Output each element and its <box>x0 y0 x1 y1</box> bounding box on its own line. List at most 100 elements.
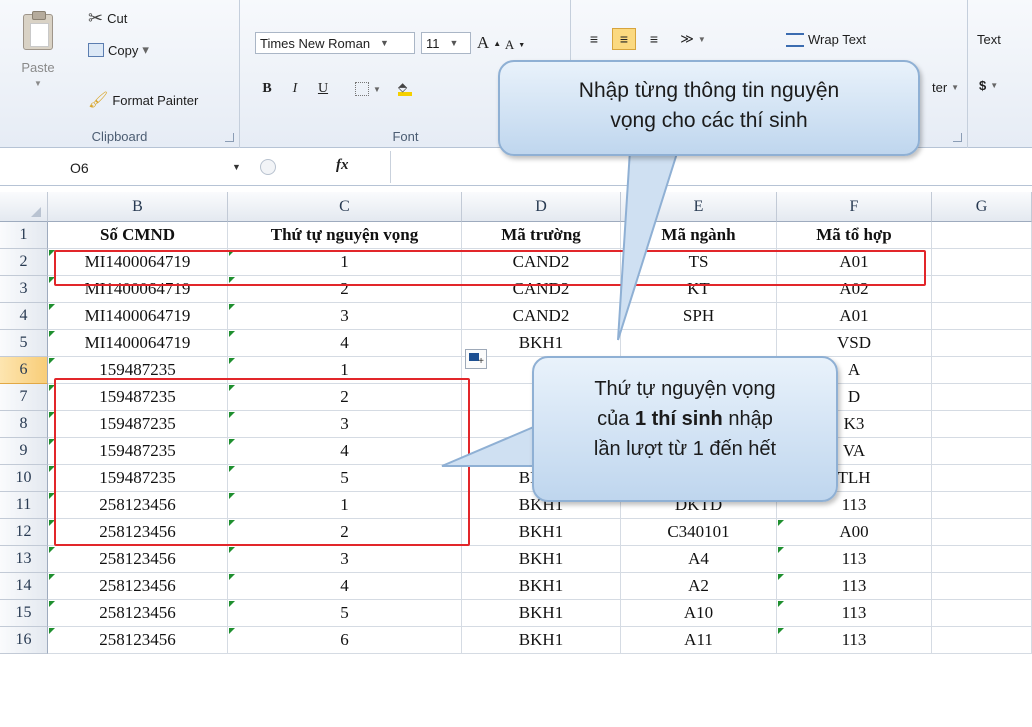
table-cell[interactable]: CAND2 <box>462 249 621 276</box>
font-name-combo[interactable]: Times New Roman ▼ <box>255 32 415 54</box>
orientation-button[interactable]: ≫ ▼ <box>676 28 710 50</box>
table-cell[interactable]: 258123456 <box>48 519 228 546</box>
row-header-11[interactable]: 11 <box>0 492 48 519</box>
table-cell[interactable]: VSD <box>777 330 932 357</box>
table-cell[interactable]: A02 <box>777 276 932 303</box>
table-cell[interactable]: A01 <box>777 249 932 276</box>
row-header-7[interactable]: 7 <box>0 384 48 411</box>
row-header-10[interactable]: 10 <box>0 465 48 492</box>
row-header-8[interactable]: 8 <box>0 411 48 438</box>
column-header-b[interactable]: B <box>48 192 228 222</box>
row-header-13[interactable]: 13 <box>0 546 48 573</box>
table-cell[interactable] <box>932 519 1032 546</box>
column-header-d[interactable]: D <box>462 192 621 222</box>
table-cell[interactable]: 1 <box>228 492 462 519</box>
table-cell[interactable]: 113 <box>777 600 932 627</box>
table-cell[interactable] <box>932 600 1032 627</box>
table-cell[interactable] <box>932 411 1032 438</box>
table-cell[interactable] <box>932 330 1032 357</box>
table-cell[interactable] <box>932 249 1032 276</box>
table-cell[interactable] <box>932 573 1032 600</box>
table-cell[interactable]: 159487235 <box>48 384 228 411</box>
table-cell[interactable]: 2 <box>228 519 462 546</box>
table-cell[interactable]: 4 <box>228 438 462 465</box>
cut-button[interactable]: ✂ Cut <box>88 8 127 29</box>
table-cell[interactable]: 113 <box>777 627 932 654</box>
row-header-14[interactable]: 14 <box>0 573 48 600</box>
table-cell[interactable]: 4 <box>228 330 462 357</box>
fill-color-button[interactable]: ⬘ <box>393 78 417 100</box>
table-cell[interactable]: A10 <box>621 600 777 627</box>
table-cell[interactable]: MI1400064719 <box>48 276 228 303</box>
row-header-12[interactable]: 12 <box>0 519 48 546</box>
table-header-cell[interactable]: Số CMND <box>48 222 228 249</box>
table-cell[interactable]: BKH1 <box>462 600 621 627</box>
row-header-5[interactable]: 5 <box>0 330 48 357</box>
row-header-9[interactable]: 9 <box>0 438 48 465</box>
row-header-1[interactable]: 1 <box>0 222 48 249</box>
row-header-4[interactable]: 4 <box>0 303 48 330</box>
table-cell[interactable]: 6 <box>228 627 462 654</box>
wrap-text-button[interactable]: Wrap Text <box>786 32 866 47</box>
table-cell[interactable]: C340101 <box>621 519 777 546</box>
table-cell[interactable]: 3 <box>228 546 462 573</box>
copy-button[interactable]: Copy ▾ <box>88 42 149 58</box>
row-header-3[interactable]: 3 <box>0 276 48 303</box>
column-header-g[interactable]: G <box>932 192 1032 222</box>
table-cell[interactable]: 5 <box>228 465 462 492</box>
table-cell[interactable]: A2 <box>621 573 777 600</box>
cancel-entry-button[interactable] <box>260 159 276 175</box>
shrink-font-button[interactable]: A ▼ <box>503 34 527 56</box>
table-cell[interactable]: BKH1 <box>462 573 621 600</box>
table-cell[interactable]: 1 <box>228 249 462 276</box>
align-top-button[interactable]: ≡ <box>582 28 606 50</box>
table-cell[interactable]: 5 <box>228 600 462 627</box>
table-cell[interactable]: A4 <box>621 546 777 573</box>
italic-button[interactable]: I <box>283 78 307 100</box>
row-header-6[interactable]: 6 <box>0 357 48 384</box>
name-box[interactable]: O6 <box>70 156 230 180</box>
font-size-combo[interactable]: 11 ▼ <box>421 32 471 54</box>
row-header-16[interactable]: 16 <box>0 627 48 654</box>
table-cell[interactable]: 258123456 <box>48 492 228 519</box>
table-cell[interactable]: 3 <box>228 411 462 438</box>
table-cell[interactable]: CAND2 <box>462 276 621 303</box>
table-cell[interactable] <box>932 438 1032 465</box>
column-header-c[interactable]: C <box>228 192 462 222</box>
table-cell[interactable]: CAND2 <box>462 303 621 330</box>
table-cell[interactable]: 258123456 <box>48 573 228 600</box>
table-cell[interactable] <box>932 492 1032 519</box>
chevron-down-icon[interactable]: ▼ <box>232 162 241 172</box>
bold-button[interactable]: B <box>255 78 279 100</box>
table-cell[interactable]: A11 <box>621 627 777 654</box>
table-cell[interactable]: 1 <box>228 357 462 384</box>
row-header-15[interactable]: 15 <box>0 600 48 627</box>
table-cell[interactable]: 159487235 <box>48 357 228 384</box>
autofill-options-icon[interactable]: + <box>465 349 487 369</box>
table-cell[interactable]: A01 <box>777 303 932 330</box>
table-cell[interactable]: BKH1 <box>462 627 621 654</box>
underline-button[interactable]: U <box>311 78 335 100</box>
table-cell[interactable] <box>932 546 1032 573</box>
table-cell[interactable] <box>932 465 1032 492</box>
align-middle-button[interactable]: ≡ <box>612 28 636 50</box>
currency-button[interactable]: $ ▼ <box>979 78 998 93</box>
align-bottom-button[interactable]: ≡ <box>642 28 666 50</box>
table-cell[interactable] <box>932 303 1032 330</box>
table-cell[interactable] <box>932 627 1032 654</box>
row-header-2[interactable]: 2 <box>0 249 48 276</box>
table-cell[interactable]: 159487235 <box>48 438 228 465</box>
table-cell[interactable]: 258123456 <box>48 546 228 573</box>
table-cell[interactable]: 2 <box>228 276 462 303</box>
table-cell[interactable]: 113 <box>777 546 932 573</box>
table-header-cell[interactable]: Mã tổ hợp <box>777 222 932 249</box>
table-cell[interactable]: BKH1 <box>462 519 621 546</box>
merge-center-button[interactable]: ter ▼ <box>932 80 959 95</box>
alignment-dialog-launcher-icon[interactable] <box>953 133 962 142</box>
table-cell[interactable]: 2 <box>228 384 462 411</box>
format-painter-button[interactable]: 🖌 Format Painter <box>88 90 198 110</box>
table-cell[interactable]: A00 <box>777 519 932 546</box>
table-cell[interactable]: 113 <box>777 573 932 600</box>
grow-font-button[interactable]: A ▲ <box>477 32 501 54</box>
table-cell[interactable] <box>932 276 1032 303</box>
